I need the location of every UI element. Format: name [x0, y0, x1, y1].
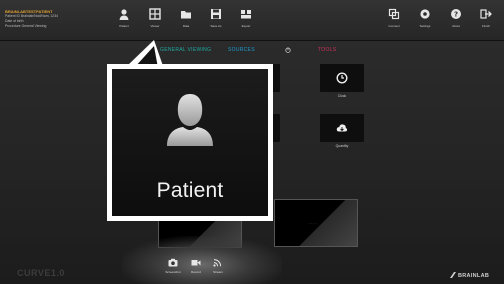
display-preview-right[interactable]: .... — [274, 199, 358, 247]
brainlab-mark-icon — [450, 272, 456, 278]
data-button-label: Data — [182, 24, 190, 28]
callout-label: Patient — [156, 179, 224, 202]
company-logo: BRAINLAB — [450, 272, 489, 279]
video-icon — [191, 260, 201, 266]
stream-icon — [213, 259, 222, 267]
screenshot-button-label: Screenshot — [165, 270, 181, 274]
viewer-button-label: Viewer — [150, 24, 160, 28]
help-icon: ? — [451, 9, 461, 19]
data-button[interactable]: Data — [174, 8, 198, 36]
app-screen: BRAINLABTESTPATIENT Patient ID Brainlab/… — [0, 0, 504, 284]
folder-icon — [181, 11, 191, 19]
zoom-callout: Patient — [107, 64, 273, 221]
finish-button[interactable]: Finish — [474, 8, 498, 36]
quantity-tile[interactable] — [320, 114, 364, 142]
export-button-label: Export — [241, 24, 251, 28]
connect-button[interactable]: Connect — [382, 8, 406, 36]
tab-tools[interactable]: TOOLS — [318, 47, 336, 53]
clock-tile-label: Clock — [337, 94, 347, 98]
save-as-button[interactable]: Save As — [204, 8, 228, 36]
power-icon[interactable] — [285, 47, 291, 53]
patient-procedure-line: Procedure General Viewing — [5, 24, 47, 28]
clock-icon — [336, 72, 348, 84]
person-icon — [167, 94, 213, 146]
record-button[interactable]: Record — [186, 258, 206, 274]
settings-button-label: Settings — [419, 24, 431, 28]
finish-button-label: Finish — [481, 24, 490, 28]
stream-button[interactable]: Stream — [208, 258, 228, 274]
product-logo: CURVE1.0 — [17, 268, 65, 278]
loading-dots: .... — [309, 220, 318, 225]
patient-button-label: Patient — [119, 24, 129, 28]
company-name: BRAINLAB — [458, 273, 490, 279]
about-button-label: About — [452, 24, 460, 28]
stream-button-label: Stream — [213, 270, 223, 274]
patient-button[interactable]: Patient — [112, 8, 136, 36]
screenshot-button[interactable]: Screenshot — [163, 258, 183, 274]
quantity-tile-label: Quantity — [335, 144, 349, 148]
about-button[interactable]: ? About — [444, 8, 468, 36]
viewer-icon — [149, 8, 161, 20]
gear-icon — [420, 9, 430, 19]
settings-button[interactable]: Settings — [413, 8, 437, 36]
export-button[interactable]: Export — [234, 8, 258, 36]
cloud-download-icon — [336, 124, 348, 132]
category-tabs: GENERAL VIEWING SOURCES TOOLS — [0, 43, 504, 57]
save-as-button-label: Save As — [210, 24, 222, 28]
person-icon — [119, 9, 129, 20]
tab-general-viewing[interactable]: GENERAL VIEWING — [160, 47, 211, 53]
finish-icon — [480, 9, 492, 19]
svg-text:?: ? — [454, 11, 458, 19]
save-icon — [211, 9, 221, 19]
camera-icon — [168, 258, 178, 267]
clock-tile[interactable] — [320, 64, 364, 92]
record-button-label: Record — [191, 270, 201, 274]
zoom-callout-panel[interactable]: Patient — [112, 69, 268, 216]
export-icon — [241, 10, 251, 19]
connect-button-label: Connect — [388, 24, 400, 28]
patient-info-panel[interactable]: BRAINLABTESTPATIENT Patient ID Brainlab/… — [5, 9, 101, 35]
viewer-button[interactable]: Viewer — [143, 8, 167, 36]
top-toolbar: BRAINLABTESTPATIENT Patient ID Brainlab/… — [0, 0, 504, 41]
connect-icon — [388, 8, 400, 20]
tab-sources[interactable]: SOURCES — [228, 47, 255, 53]
